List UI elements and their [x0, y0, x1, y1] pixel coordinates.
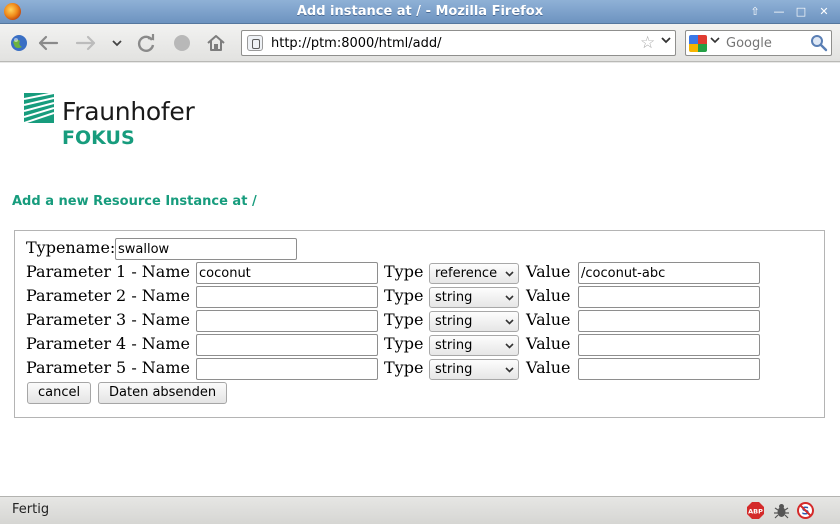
- param-1-name-label: Parameter 1 - Name: [26, 262, 190, 281]
- submit-button[interactable]: Daten absenden: [98, 382, 228, 404]
- navigation-toolbar: ☆: [0, 24, 840, 62]
- chevron-down-icon: [505, 271, 514, 277]
- history-dropdown-button[interactable]: [104, 30, 130, 56]
- page-info-icon[interactable]: [247, 35, 263, 51]
- param-5-name-label: Parameter 5 - Name: [26, 358, 190, 377]
- back-button[interactable]: [36, 30, 62, 56]
- search-input[interactable]: [726, 34, 806, 53]
- logo-name: Fraunhofer: [62, 97, 195, 126]
- param-5-type-select[interactable]: string: [429, 359, 519, 380]
- fraunhofer-logo-icon: [24, 93, 54, 123]
- search-bar[interactable]: [685, 30, 832, 56]
- param-2-name-label: Parameter 2 - Name: [26, 286, 190, 305]
- chevron-down-icon: [505, 295, 514, 301]
- typename-input[interactable]: [115, 238, 297, 260]
- home-icon[interactable]: [203, 30, 229, 56]
- page-content: Fraunhofer FOKUS Add a new Resource Inst…: [0, 63, 840, 496]
- window-title: Add instance at / - Mozilla Firefox: [296, 4, 544, 19]
- window-minimize-button[interactable]: —: [770, 3, 788, 20]
- param-5-type-label: Type: [384, 358, 424, 377]
- param-2-value-input[interactable]: [578, 286, 760, 308]
- param-2-type-label: Type: [384, 286, 424, 305]
- param-4-name-label: Parameter 4 - Name: [26, 334, 190, 353]
- param-2-type-value: string: [435, 290, 473, 305]
- url-input[interactable]: [271, 34, 631, 53]
- window-maximize-button[interactable]: □: [792, 3, 810, 20]
- chevron-down-icon: [505, 319, 514, 325]
- param-1-type-select[interactable]: reference: [429, 263, 519, 284]
- param-2-name-input[interactable]: [196, 286, 378, 308]
- chevron-down-icon: [505, 367, 514, 373]
- url-bar[interactable]: ☆: [241, 30, 676, 56]
- param-3-name-input[interactable]: [196, 310, 378, 332]
- param-5-type-value: string: [435, 362, 473, 377]
- status-bar: Fertig ABP S: [0, 496, 840, 524]
- param-4-name-input[interactable]: [196, 334, 378, 356]
- param-4-type-label: Type: [384, 334, 424, 353]
- param-3-value-label: Value: [526, 310, 571, 329]
- param-1-type-value: reference: [435, 266, 498, 281]
- svg-text:ABP: ABP: [748, 508, 763, 516]
- logo-subtitle: FOKUS: [62, 127, 135, 149]
- param-5-name-input[interactable]: [196, 358, 378, 380]
- window-close-button[interactable]: ✕: [815, 3, 833, 20]
- param-3-value-input[interactable]: [578, 310, 760, 332]
- param-3-name-label: Parameter 3 - Name: [26, 310, 190, 329]
- param-5-value-label: Value: [526, 358, 571, 377]
- param-5-value-input[interactable]: [578, 358, 760, 380]
- search-icon[interactable]: [810, 34, 828, 52]
- globe-icon[interactable]: [6, 30, 32, 56]
- window-titlebar: Add instance at / - Mozilla Firefox ⇧ — …: [0, 0, 840, 24]
- param-4-type-value: string: [435, 338, 473, 353]
- url-history-dropdown-icon[interactable]: [660, 35, 672, 48]
- window-shade-button[interactable]: ⇧: [746, 3, 764, 20]
- typename-label: Typename:: [26, 238, 116, 257]
- firebug-icon[interactable]: [773, 502, 790, 519]
- page-title: Add a new Resource Instance at /: [12, 194, 257, 209]
- param-1-name-input[interactable]: [196, 262, 378, 284]
- cancel-button[interactable]: cancel: [27, 382, 92, 404]
- param-3-type-select[interactable]: string: [429, 311, 519, 332]
- reload-icon[interactable]: [133, 30, 159, 56]
- param-1-value-input[interactable]: [578, 262, 760, 284]
- search-engine-icon[interactable]: [689, 35, 707, 52]
- param-4-value-input[interactable]: [578, 334, 760, 356]
- adblock-icon[interactable]: ABP: [747, 502, 764, 519]
- param-3-type-value: string: [435, 314, 473, 329]
- param-2-type-select[interactable]: string: [429, 287, 519, 308]
- bookmark-star-icon[interactable]: ☆: [640, 33, 655, 53]
- param-2-value-label: Value: [526, 286, 571, 305]
- param-1-value-label: Value: [526, 262, 571, 281]
- param-4-type-select[interactable]: string: [429, 335, 519, 356]
- noscript-icon[interactable]: S: [797, 502, 814, 519]
- forward-button[interactable]: [72, 30, 98, 56]
- param-3-type-label: Type: [384, 310, 424, 329]
- stop-icon[interactable]: [169, 30, 195, 56]
- search-engine-dropdown-icon[interactable]: [710, 36, 720, 47]
- chevron-down-icon: [505, 343, 514, 349]
- status-text: Fertig: [12, 502, 50, 517]
- param-1-type-label: Type: [384, 262, 424, 281]
- param-4-value-label: Value: [526, 334, 571, 353]
